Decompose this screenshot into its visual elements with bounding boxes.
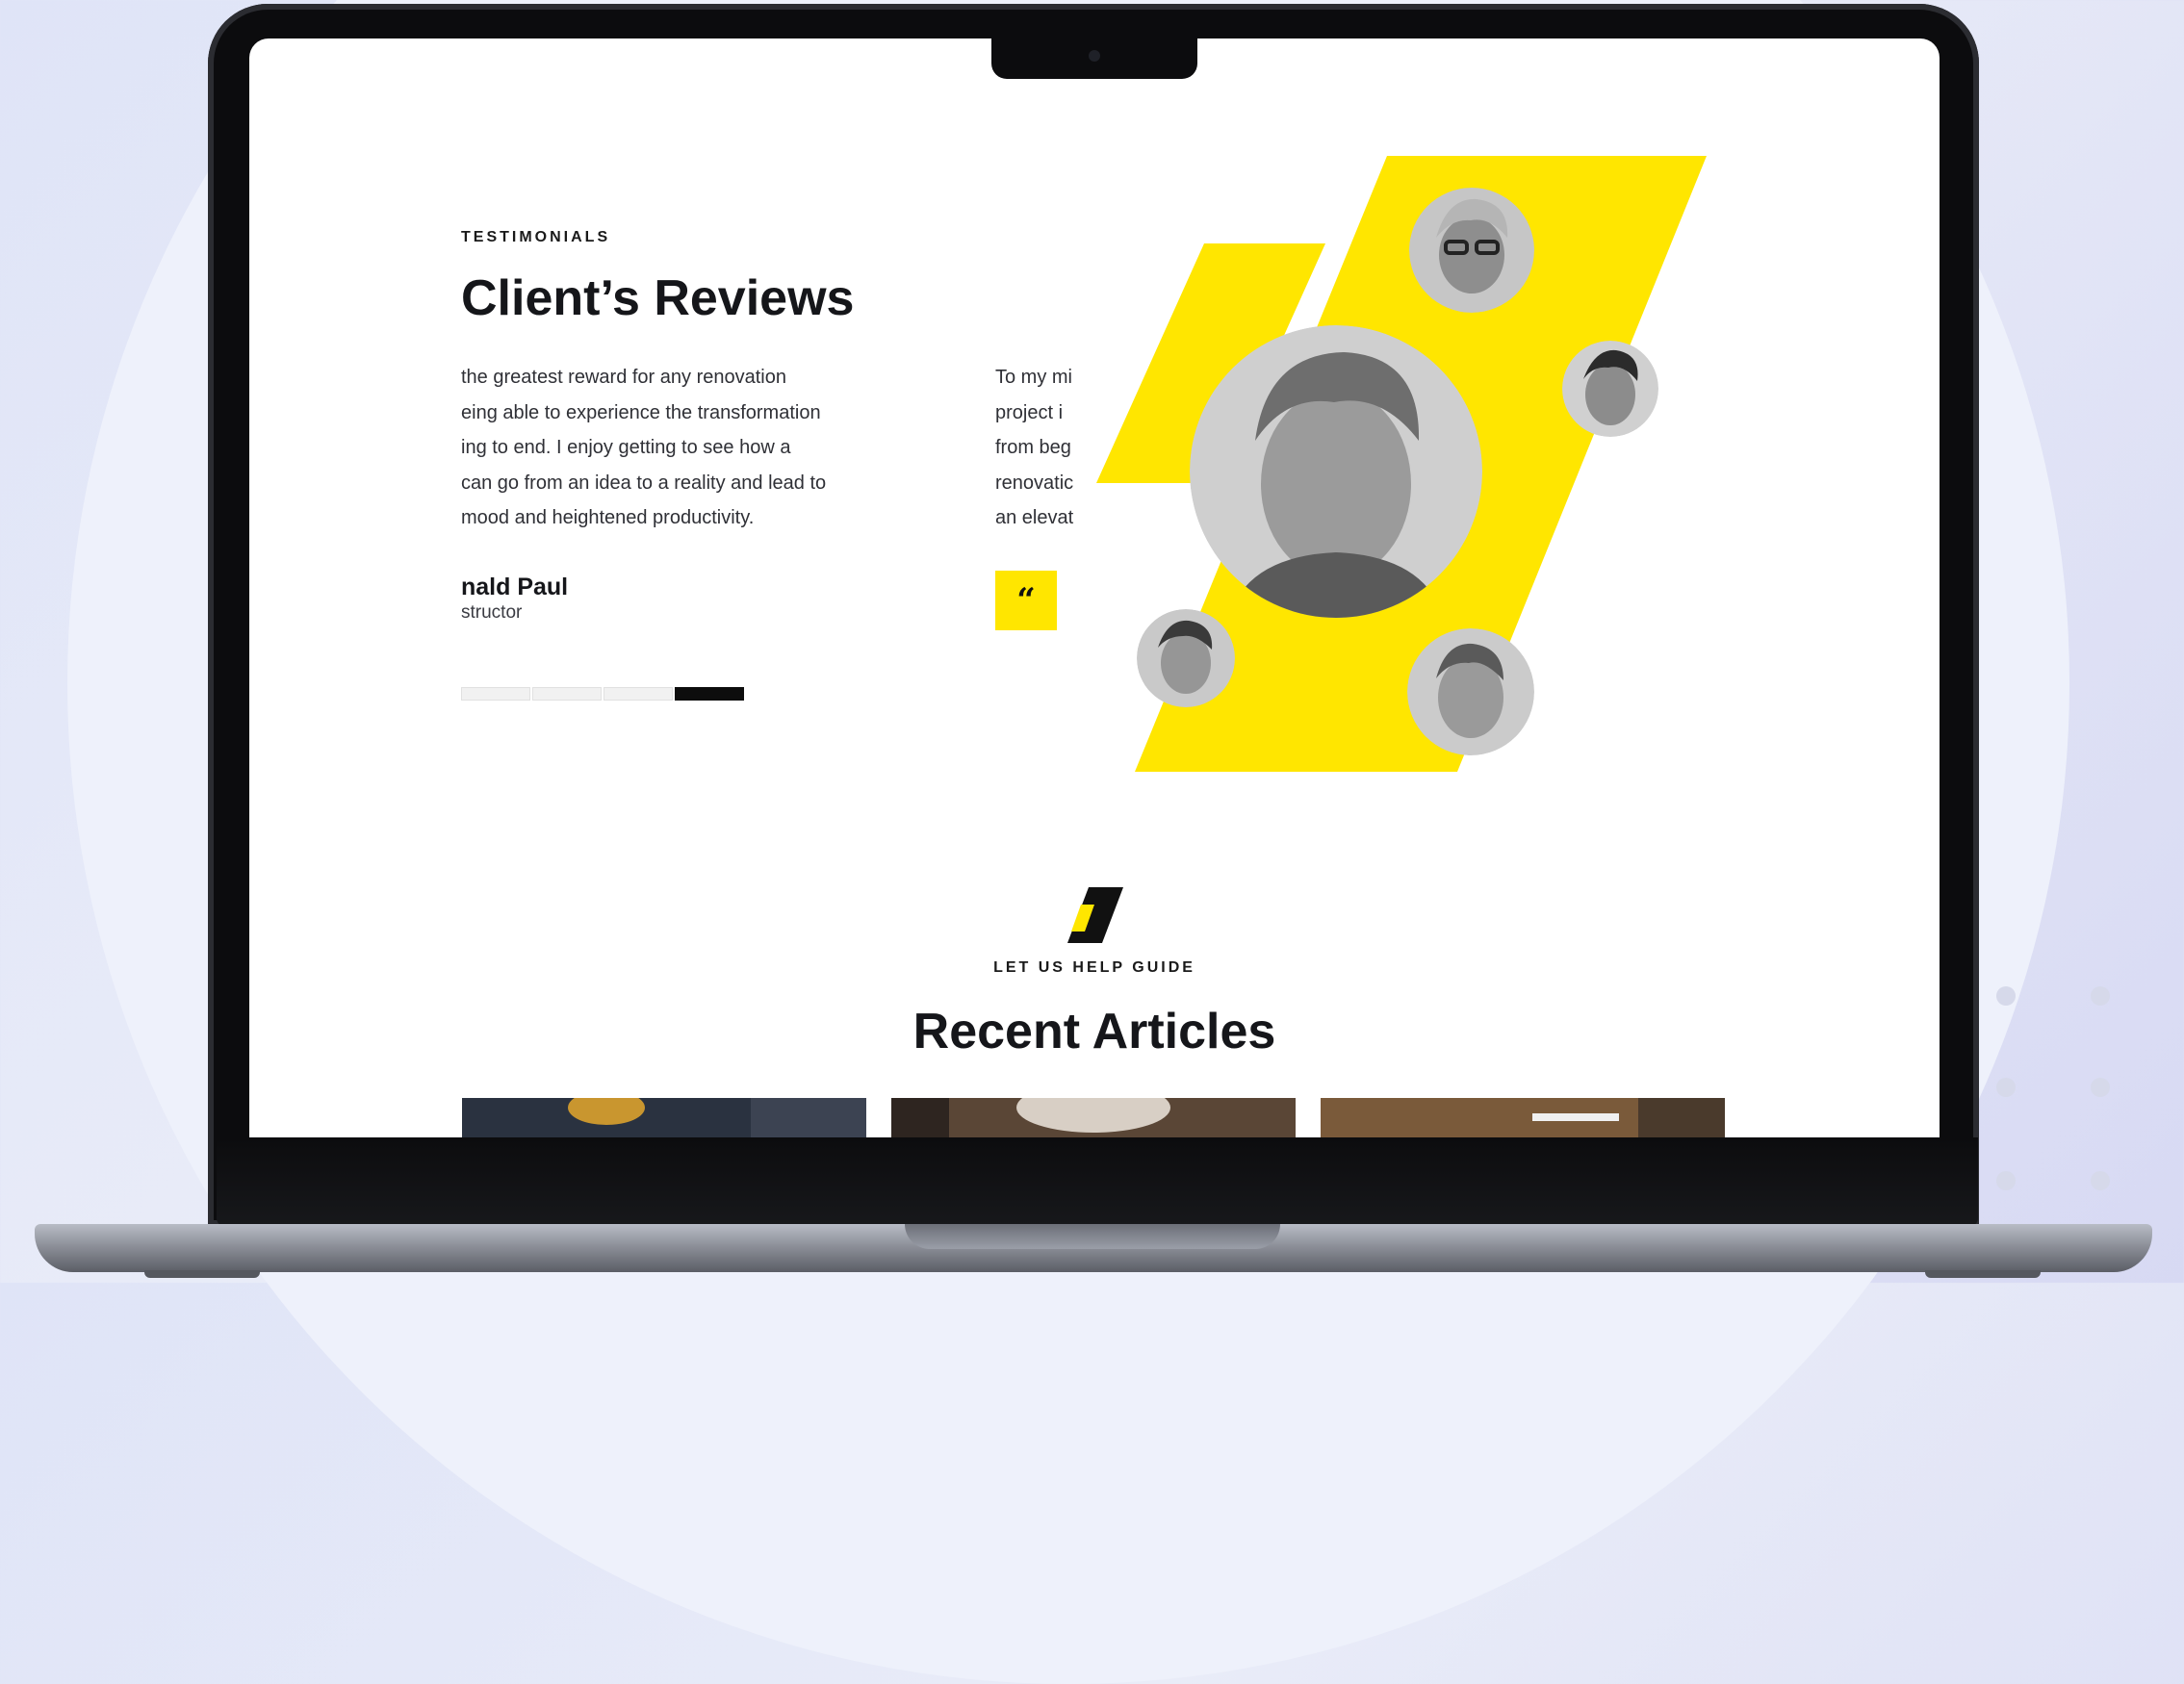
article-card-2-image[interactable] [891, 1098, 1296, 1137]
decor-dot [1996, 1171, 2016, 1190]
laptop-screen: TESTIMONIALS Client’s Reviews the greate… [249, 38, 1940, 1137]
avatar-top [1409, 188, 1534, 313]
article-card-1-image[interactable] [462, 1098, 866, 1137]
laptop-base-groove [905, 1224, 1280, 1249]
testimonial-illustration [1096, 156, 1707, 772]
laptop-notch [991, 38, 1197, 79]
avatar-left [1137, 609, 1235, 707]
decor-dot [1996, 986, 2016, 1006]
avatar-right [1562, 341, 1658, 437]
camera-icon [1089, 50, 1100, 62]
brand-logo-icon [1067, 887, 1123, 943]
laptop-foot [1925, 1270, 2041, 1278]
article-card-3-image[interactable] [1321, 1098, 1725, 1137]
decor-dot [1996, 1078, 2016, 1097]
avatar-main [1190, 325, 1482, 618]
decor-dot [2091, 1171, 2110, 1190]
articles-title: Recent Articles [912, 1004, 1276, 1059]
avatar-bottom [1407, 628, 1534, 755]
decor-dot [2091, 986, 2110, 1006]
laptop-foot [144, 1270, 260, 1278]
articles-eyebrow: LET US HELP GUIDE [993, 959, 1195, 976]
laptop-chin [217, 1137, 1978, 1226]
decor-dot [2091, 1078, 2110, 1097]
